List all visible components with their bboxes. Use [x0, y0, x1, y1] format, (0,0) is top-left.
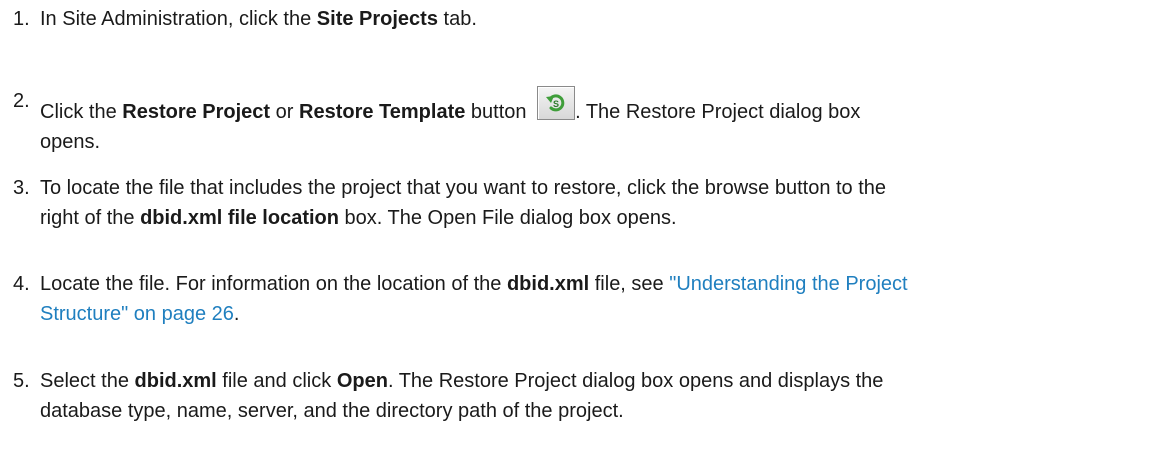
step-text: Select the — [40, 370, 135, 392]
step-text-line-2: opens. — [40, 131, 101, 153]
step-5: 5. Select the dbid.xml file and click Op… — [13, 366, 1163, 426]
restore-project-button-image: S — [537, 86, 576, 120]
step-text: In Site Administration, click the — [40, 8, 317, 30]
step-text: . — [233, 303, 240, 325]
cross-reference-link[interactable]: "Understanding the Project — [669, 273, 907, 295]
step-3: 3. To locate the file that includes the … — [13, 173, 1163, 233]
step-text: . The Restore Project dialog box opens a… — [387, 370, 884, 392]
ui-term-site-projects: Site Projects — [316, 8, 438, 30]
cross-reference-link-continued[interactable]: Structure" on page 26 — [40, 303, 234, 325]
ui-term-open: Open — [336, 370, 388, 392]
step-number: 3. — [13, 177, 30, 199]
step-number: 1. — [13, 8, 30, 30]
step-number: 2. — [13, 90, 30, 112]
ui-term-restore-project: Restore Project — [122, 101, 271, 123]
step-text: box. The Open File dialog box opens. — [338, 207, 677, 229]
step-text: file, see — [589, 273, 670, 295]
ui-term-restore-template: Restore Template — [299, 101, 466, 123]
step-text: button — [465, 101, 533, 123]
step-text: Click the — [40, 101, 123, 123]
ui-term-dbid-xml: dbid.xml — [134, 370, 217, 392]
svg-text:S: S — [553, 99, 559, 109]
step-1: 1. In Site Administration, click the Sit… — [13, 4, 1163, 34]
step-4: 4. Locate the file. For information on t… — [13, 269, 1163, 329]
step-text: Locate the file. For information on the … — [40, 273, 507, 295]
step-2: 2. Click the Restore Project or Restore … — [13, 86, 1163, 157]
step-text-line-2: database type, name, server, and the dir… — [40, 400, 624, 422]
step-text: file and click — [216, 370, 337, 392]
step-text-line-1: To locate the file that includes the pro… — [40, 177, 887, 199]
step-number: 4. — [13, 273, 30, 295]
step-text: or — [270, 101, 299, 123]
step-text: tab. — [437, 8, 477, 30]
ui-term-dbid-file-location: dbid.xml file location — [140, 207, 339, 229]
step-text: right of the — [40, 207, 141, 229]
step-number: 5. — [13, 370, 30, 392]
ui-term-dbid-xml: dbid.xml — [506, 273, 590, 295]
restore-arrow-icon: S — [546, 94, 565, 112]
step-text: . The Restore Project dialog box — [575, 101, 861, 123]
instruction-document: 1. In Site Administration, click the Sit… — [0, 0, 1169, 454]
